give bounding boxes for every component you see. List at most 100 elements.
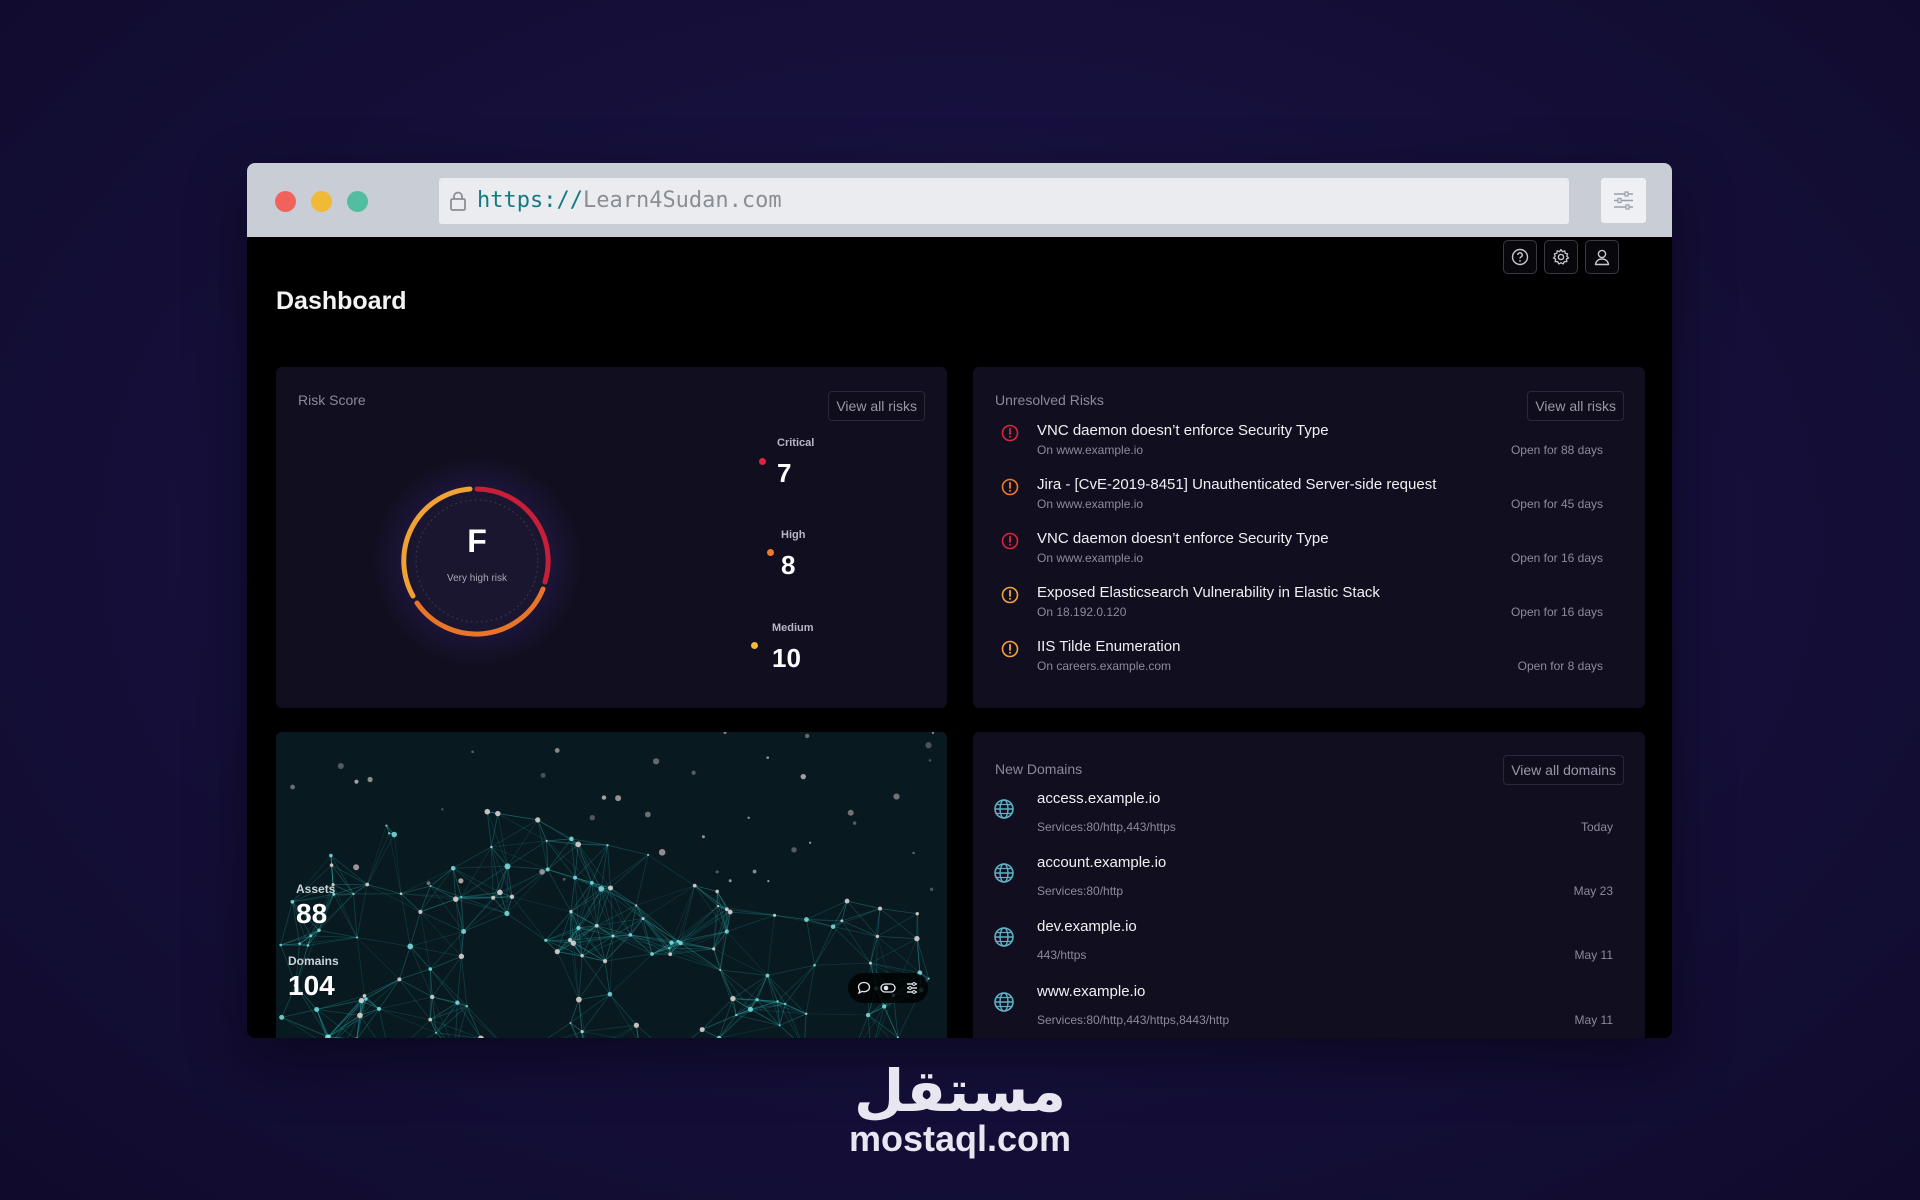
severity-value: 8 <box>781 550 796 580</box>
watermark: مستقل mostaql.com <box>810 1060 1110 1160</box>
domain-services: 443/https <box>1037 948 1087 962</box>
risk-gauge <box>401 485 553 637</box>
browser-window: https://Learn4Sudan.com Dashboard Risk S… <box>247 163 1672 1038</box>
assets-stat: Assets 88 <box>296 882 335 930</box>
dashboard-page: Dashboard Risk Score View all risks F Ve… <box>247 237 1672 1038</box>
risk-target: On www.example.io <box>1037 443 1144 457</box>
sliders-icon <box>1614 191 1633 210</box>
severity-value: 7 <box>777 458 792 488</box>
domains-value: 104 <box>288 970 335 1001</box>
domain-services: Services:80/http,443/https <box>1037 820 1176 834</box>
minimize-window-button[interactable] <box>311 191 332 212</box>
domain-date: May 23 <box>1573 884 1613 898</box>
severity-label: Medium <box>772 622 814 634</box>
unresolved-risks-card: Unresolved Risks View all risks VNC daem… <box>973 367 1645 708</box>
medium-dot <box>751 642 758 649</box>
gear-icon <box>1552 248 1570 265</box>
alert-icon <box>1001 424 1019 442</box>
card-title: Unresolved Risks <box>995 392 1104 408</box>
close-window-button[interactable] <box>275 191 296 212</box>
assets-label: Assets <box>296 882 336 896</box>
watermark-latin: mostaql.com <box>848 1118 1072 1159</box>
risk-target: On careers.example.com <box>1037 659 1172 673</box>
url-host: Learn4Sudan.com <box>582 188 782 213</box>
risk-age: Open for 45 days <box>1510 497 1603 511</box>
risk-age: Open for 88 days <box>1510 443 1603 457</box>
severity-label: Critical <box>777 437 815 449</box>
comment-icon <box>857 981 871 995</box>
risk-target: On 18.192.0.120 <box>1037 605 1127 619</box>
list-icon <box>907 982 917 994</box>
view-all-domains-button[interactable]: View all domains <box>1503 755 1624 785</box>
viz-toolbar <box>848 973 928 1003</box>
view-all-risks-button[interactable]: View all risks <box>828 391 925 421</box>
domain-item[interactable]: access.example.io Services:80/http,443/ht… <box>973 790 1645 854</box>
risk-title: VNC daemon doesn’t enforce Security Type <box>1037 530 1329 547</box>
url-text: https://Learn4Sudan.com <box>477 178 782 224</box>
maximize-window-button[interactable] <box>347 191 368 212</box>
network-card: Assets 88 Domains 104 <box>276 732 947 1038</box>
severity-critical: Critical 7 <box>777 437 814 489</box>
globe-icon <box>994 799 1014 819</box>
domain-date: May 11 <box>1574 1013 1613 1027</box>
risk-item[interactable]: VNC daemon doesn’t enforce Security Type… <box>973 419 1645 473</box>
risk-target: On www.example.io <box>1037 551 1144 565</box>
card-title: New Domains <box>995 761 1083 777</box>
risk-grade-label: Very high risk <box>446 573 508 584</box>
risk-age: Open for 16 days <box>1510 551 1603 565</box>
risk-title: IIS Tilde Enumeration <box>1037 638 1181 655</box>
risk-title: Exposed Elasticsearch Vulnerability in E… <box>1037 584 1380 601</box>
watermark-arabic: مستقل <box>853 1057 1067 1125</box>
user-icon <box>1594 249 1610 266</box>
toggle-icon <box>880 983 896 993</box>
new-domains-card: New Domains View all domains access.exam… <box>973 732 1645 1038</box>
lock-icon <box>450 191 466 211</box>
globe-icon <box>994 992 1014 1012</box>
domain-name: account.example.io <box>1037 854 1167 871</box>
domain-item[interactable]: www.example.io Services:80/http,443/https… <box>973 983 1645 1038</box>
address-bar[interactable]: https://Learn4Sudan.com <box>439 178 1569 224</box>
risk-age: Open for 16 days <box>1510 605 1603 619</box>
domain-item[interactable]: account.example.io Services:80/http May 23 <box>973 854 1645 918</box>
browser-menu-button[interactable] <box>1601 178 1646 223</box>
risk-grade: F <box>467 523 487 559</box>
header-actions <box>1503 240 1619 274</box>
page-title: Dashboard <box>276 287 407 315</box>
risk-item[interactable]: VNC daemon doesn’t enforce Security Type… <box>973 527 1645 581</box>
severity-high: High 8 <box>781 529 805 581</box>
risk-title: VNC daemon doesn’t enforce Security Type <box>1037 422 1329 439</box>
domain-name: access.example.io <box>1037 790 1161 807</box>
domain-services: Services:80/http,443/https,8443/http <box>1037 1013 1230 1027</box>
alert-icon <box>1001 532 1019 550</box>
severity-medium: Medium 10 <box>772 622 814 674</box>
domain-date: Today <box>1580 820 1613 834</box>
card-title: Risk Score <box>298 392 366 408</box>
view-all-risks-button[interactable]: View all risks <box>1527 391 1624 421</box>
risk-item[interactable]: IIS Tilde Enumeration On careers.example.… <box>973 635 1645 689</box>
toggle-button[interactable] <box>879 979 897 997</box>
settings-button[interactable] <box>1544 240 1578 274</box>
alert-icon <box>1001 586 1019 604</box>
severity-label: High <box>781 529 806 541</box>
alert-icon <box>1001 478 1019 496</box>
alert-icon <box>1001 640 1019 658</box>
domain-name: dev.example.io <box>1037 918 1137 935</box>
risk-item[interactable]: Exposed Elasticsearch Vulnerability in E… <box>973 581 1645 635</box>
globe-icon <box>994 927 1014 947</box>
domain-item[interactable]: dev.example.io 443/https May 11 <box>973 918 1645 982</box>
risk-item[interactable]: Jira - [CvE-2019-8451] Unauthenticated S… <box>973 473 1645 527</box>
comment-button[interactable] <box>855 979 873 997</box>
critical-dot <box>759 458 766 465</box>
help-button[interactable] <box>1503 240 1537 274</box>
list-button[interactable] <box>903 979 921 997</box>
browser-toolbar: https://Learn4Sudan.com <box>247 163 1672 237</box>
risk-title: Jira - [CvE-2019-8451] Unauthenticated S… <box>1037 476 1437 493</box>
network-visualization <box>276 732 947 1038</box>
globe-icon <box>994 863 1014 883</box>
domain-name: www.example.io <box>1037 983 1146 1000</box>
help-icon <box>1511 248 1529 266</box>
domains-stat: Domains 104 <box>288 954 339 1002</box>
profile-button[interactable] <box>1585 240 1619 274</box>
domain-services: Services:80/http <box>1037 884 1124 898</box>
url-scheme: https:// <box>477 188 583 213</box>
